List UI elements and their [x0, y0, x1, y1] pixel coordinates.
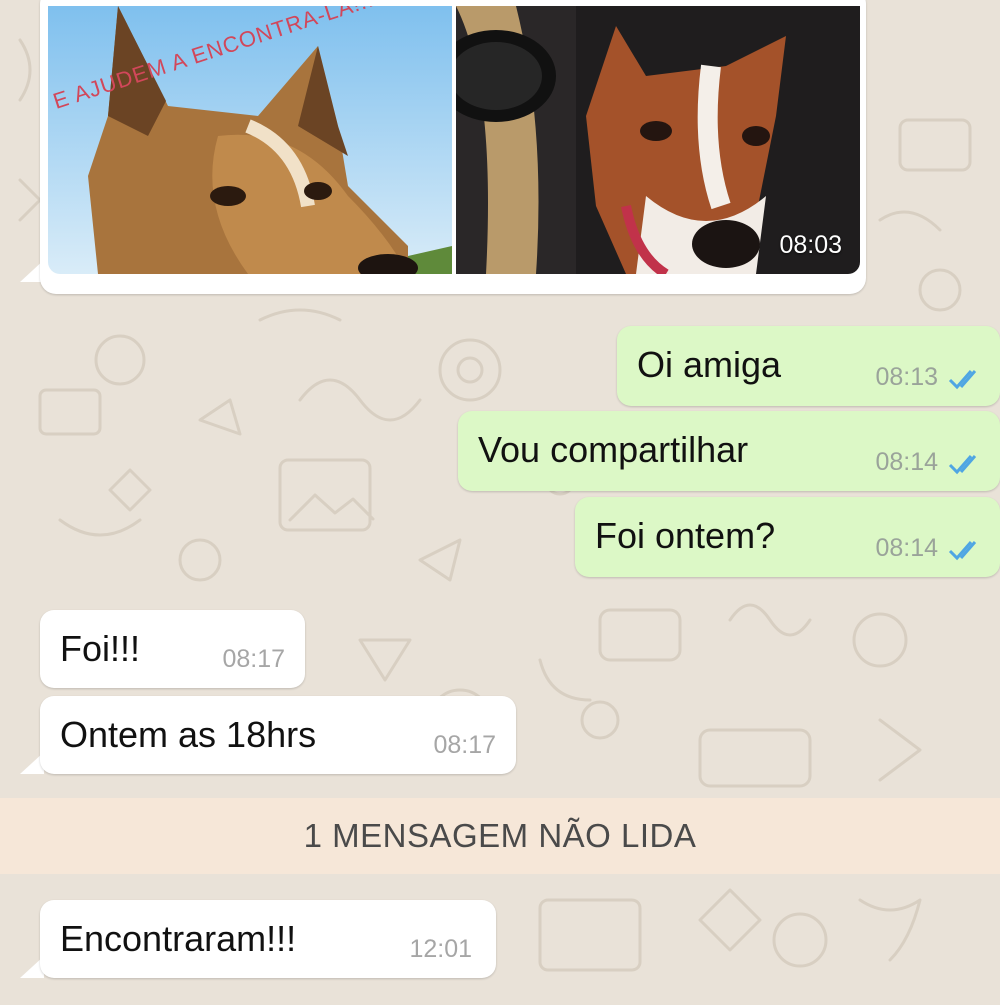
message-text: Ontem as 18hrs	[60, 714, 317, 755]
incoming-message[interactable]: Ontem as 18hrs 08:17	[40, 696, 516, 774]
incoming-message[interactable]: Foi!!! 08:17	[40, 610, 305, 688]
message-text: Foi ontem?	[595, 515, 776, 556]
photo-dog-sky[interactable]: E AJUDEM A ENCONTRA-LA!!!	[48, 6, 452, 274]
incoming-message[interactable]: Encontraram!!! 12:01	[40, 900, 496, 978]
message-time: 08:17	[433, 731, 496, 759]
message-time: 12:01	[409, 935, 472, 963]
message-time: 08:17	[222, 645, 285, 673]
message-text: Encontraram!!!	[60, 918, 297, 959]
message-text: Oi amiga	[637, 344, 782, 385]
double-check-read-icon	[948, 455, 977, 475]
double-check-read-icon	[948, 370, 977, 390]
double-check-read-icon	[948, 541, 977, 561]
image-message[interactable]: E AJUDEM A ENCONTRA-LA!!! 08:03	[40, 0, 866, 294]
outgoing-message[interactable]: Vou compartilhar 08:14	[458, 411, 1000, 491]
photo-dog-selfie[interactable]: 08:03	[456, 6, 860, 274]
message-time: 08:14	[875, 448, 938, 476]
outgoing-message[interactable]: Foi ontem? 08:14	[575, 497, 1000, 577]
outgoing-message[interactable]: Oi amiga 08:13	[617, 326, 1000, 406]
message-text: Vou compartilhar	[478, 429, 749, 470]
unread-messages-banner: 1 MENSAGEM NÃO LIDA	[0, 798, 1000, 874]
image-message-time: 08:03	[779, 231, 842, 259]
unread-banner-label: 1 MENSAGEM NÃO LIDA	[303, 817, 697, 854]
message-time: 08:14	[875, 534, 938, 562]
message-time: 08:13	[875, 363, 938, 391]
message-text: Foi!!!	[60, 628, 141, 669]
